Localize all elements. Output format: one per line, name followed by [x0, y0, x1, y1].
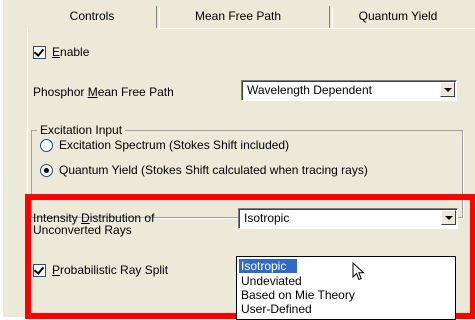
tab-strip: Controls Mean Free Path Quantum Yield — [3, 0, 475, 30]
phosphor-label-row: Phosphor Mean Free Path — [33, 85, 174, 99]
intensity-dropdown-list[interactable]: Isotropic Undeviated Based on Mie Theory… — [236, 256, 456, 320]
dropdown-button[interactable] — [440, 82, 455, 97]
dropdown-option-mie-theory[interactable]: Based on Mie Theory — [239, 288, 355, 302]
excitation-spectrum-label: Excitation Spectrum (Stokes Shift includ… — [59, 138, 290, 152]
phosphor-mean-free-path-select[interactable]: Wavelength Dependent — [241, 80, 457, 101]
chevron-down-icon — [444, 88, 452, 92]
dropdown-option-user-defined[interactable]: User-Defined — [239, 302, 312, 316]
tab-controls[interactable]: Controls — [27, 6, 157, 28]
excitation-spectrum-radio[interactable] — [40, 138, 53, 152]
mouse-cursor-icon — [352, 262, 365, 281]
enable-label: Enable — [52, 45, 90, 59]
excitation-input-title: Excitation Input — [37, 123, 126, 137]
tab-quantum-yield[interactable]: Quantum Yield — [321, 6, 475, 28]
enable-checkbox[interactable] — [33, 45, 46, 59]
quantum-yield-option[interactable]: Quantum Yield (Stokes Shift calculated w… — [40, 163, 368, 177]
checkmark-icon — [33, 45, 45, 57]
tab-divider — [159, 28, 475, 29]
quantum-yield-radio[interactable] — [40, 163, 53, 177]
tab-mean-free-path[interactable]: Mean Free Path — [159, 6, 317, 28]
dropdown-option-undeviated[interactable]: Undeviated — [239, 274, 302, 288]
dropdown-option-isotropic[interactable]: Isotropic — [239, 259, 297, 273]
phosphor-mean-free-path-label: Phosphor Mean Free Path — [33, 85, 174, 99]
quantum-yield-label: Quantum Yield (Stokes Shift calculated w… — [59, 163, 368, 177]
phosphor-select-value: Wavelength Dependent — [247, 83, 372, 97]
excitation-spectrum-option[interactable]: Excitation Spectrum (Stokes Shift includ… — [40, 138, 289, 152]
radio-dot-icon — [44, 167, 49, 173]
enable-checkbox-row[interactable]: Enable — [33, 45, 89, 59]
